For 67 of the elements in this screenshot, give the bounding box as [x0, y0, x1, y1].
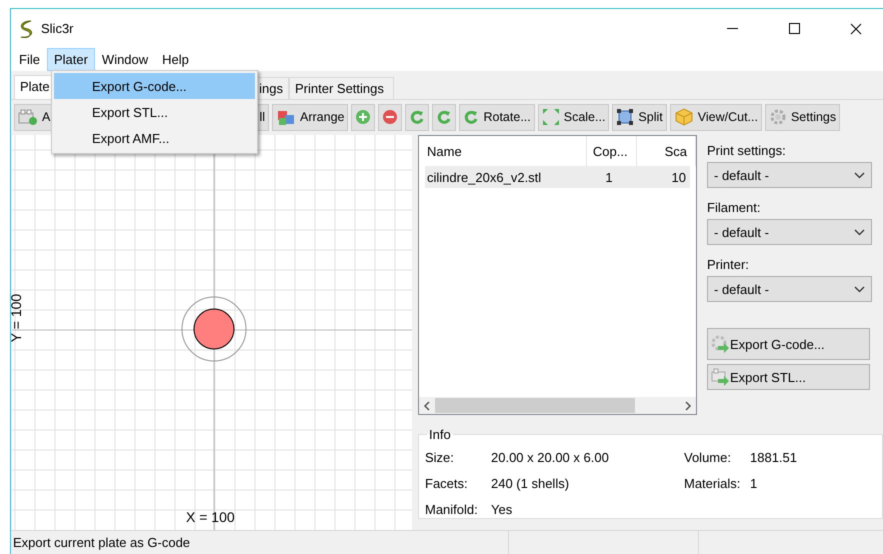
info-value: 1881.51	[750, 450, 797, 465]
menu-option[interactable]: Export STL...	[54, 99, 255, 125]
rotate-icon	[409, 109, 426, 126]
toolbar-button[interactable]: Arrange	[272, 104, 348, 131]
maximize-icon	[788, 23, 800, 34]
info-value: 240 (1 shells)	[491, 476, 570, 491]
toolbar-button[interactable]: Scale...	[538, 104, 610, 131]
menu-option[interactable]: Export G-code...	[54, 73, 255, 99]
toolbar-button[interactable]: Rotate...	[459, 104, 535, 131]
toolbar-button[interactable]: View/Cut...	[670, 104, 762, 131]
split-icon	[616, 108, 634, 126]
scroll-right-icon[interactable]	[684, 400, 692, 411]
info-label: Facets:	[425, 476, 469, 491]
info-value: 1	[750, 476, 758, 491]
preset-dropdown[interactable]: - default -	[707, 276, 872, 302]
info-label: Size:	[425, 450, 455, 465]
chevron-down-icon	[854, 286, 865, 293]
menu-item[interactable]: Window	[94, 48, 156, 71]
export-button[interactable]: Export G-code...	[707, 328, 870, 360]
menu-item[interactable]: Help	[155, 48, 196, 71]
preset-label: Print settings:	[707, 143, 787, 158]
brick-export-icon	[710, 367, 730, 388]
window-title: Slic3r	[41, 21, 75, 36]
gear-export-icon	[710, 334, 730, 354]
rotate-icon	[436, 109, 452, 126]
toolbar-icon-button[interactable]	[351, 104, 376, 131]
info-value: 20.00 x 20.00 x 6.00	[491, 450, 609, 465]
preset-label: Printer:	[707, 257, 750, 272]
close-icon	[850, 22, 862, 34]
minus-icon	[382, 109, 398, 126]
horizontal-scrollbar[interactable]	[419, 397, 696, 414]
chevron-down-icon	[854, 228, 865, 236]
toolbar-icon-button[interactable]	[378, 104, 402, 131]
toolbar-icon-button[interactable]	[405, 104, 430, 131]
scale-icon	[542, 108, 560, 126]
group-title: Info	[428, 427, 452, 442]
plus-icon	[355, 109, 372, 126]
app-logo-icon	[19, 20, 33, 38]
export-button[interactable]: Export STL...	[707, 364, 870, 390]
rotate-icon	[463, 109, 480, 126]
info-label: Volume:	[684, 450, 732, 465]
object-footprint[interactable]	[182, 296, 246, 362]
brick-add-icon	[18, 108, 38, 126]
x-axis-label: X = 100	[186, 509, 235, 526]
box-icon	[674, 108, 694, 126]
list-cell-text: 1	[604, 170, 614, 185]
info-value: Yes	[491, 502, 512, 517]
info-label: Materials:	[684, 476, 742, 491]
gear-icon	[768, 108, 787, 126]
preset-dropdown[interactable]: - default -	[707, 219, 872, 246]
menu-item[interactable]: Plater	[46, 48, 95, 71]
scroll-left-icon[interactable]	[423, 400, 431, 411]
list-row[interactable]: cilindre_20x6_v2.stl 1 10	[425, 166, 690, 188]
list-cell-text: cilindre_20x6_v2.stl	[426, 170, 542, 185]
menu-item[interactable]: File	[12, 48, 47, 71]
preset-label: Filament:	[707, 200, 762, 216]
tab[interactable]: Printer Settings	[289, 76, 394, 99]
list-cell-text: 10	[670, 170, 687, 185]
minimize-icon	[726, 28, 738, 30]
info-label: Manifold:	[425, 502, 479, 517]
toolbar-button[interactable]: Settings	[764, 104, 840, 131]
toolbar-button[interactable]: Split	[612, 104, 667, 131]
cubes-icon	[276, 108, 296, 126]
status-text: Export current plate as G-code	[13, 535, 190, 550]
preset-dropdown[interactable]: - default -	[707, 162, 872, 188]
chevron-down-icon	[854, 172, 865, 179]
toolbar-icon-button[interactable]	[432, 104, 456, 131]
